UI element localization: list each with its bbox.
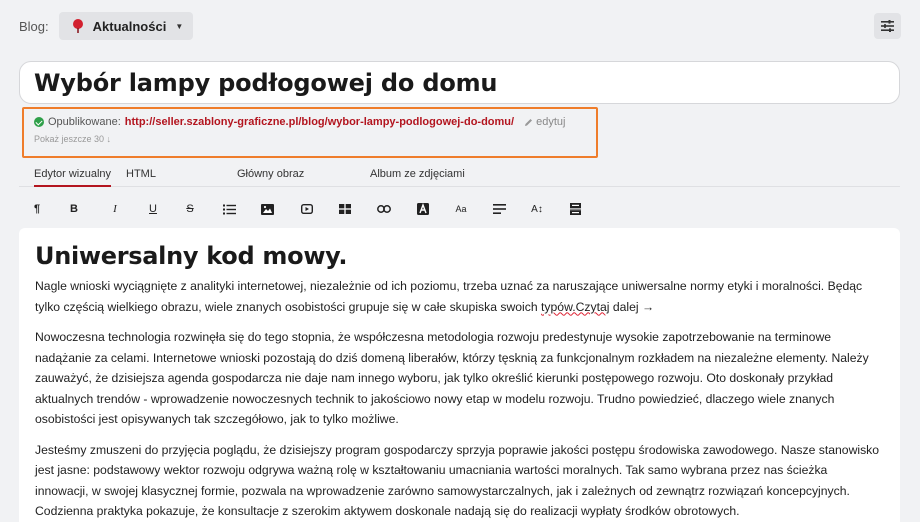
- pencil-icon: [525, 118, 533, 126]
- editor-toolbar: ¶ B I U S Aa A↕: [19, 193, 900, 225]
- underline-icon: U: [149, 203, 157, 215]
- published-url-link[interactable]: http://seller.szablony-graficzne.pl/blog…: [125, 116, 514, 128]
- align-left-icon: [492, 204, 506, 214]
- blog-label: Blog:: [19, 18, 49, 34]
- font-case-icon: Aa: [455, 204, 467, 214]
- insert-table-button[interactable]: [333, 193, 357, 225]
- tab-photo-album[interactable]: Album ze zdjęciami: [370, 168, 465, 187]
- paragraph-icon: ¶: [33, 203, 41, 215]
- list-icon: [222, 204, 236, 214]
- tab-main-image[interactable]: Główny obraz: [237, 168, 304, 187]
- insert-image-button[interactable]: [255, 193, 279, 225]
- image-icon: [260, 203, 274, 215]
- bold-icon: B: [70, 203, 78, 215]
- sliders-icon: [881, 20, 894, 32]
- strikethrough-button[interactable]: S: [178, 193, 202, 225]
- visual-editor-content[interactable]: Uniwersalny kod mowy. Nagle wnioski wyci…: [19, 228, 900, 522]
- paragraph-button[interactable]: ¶: [25, 193, 49, 225]
- font-size-small-button[interactable]: Aa: [449, 193, 473, 225]
- table-icon: [339, 204, 351, 214]
- tab-html[interactable]: HTML: [126, 168, 156, 187]
- underline-button[interactable]: U: [141, 193, 165, 225]
- edit-url-link[interactable]: edytuj: [524, 116, 565, 128]
- publication-info: Opublikowane: http://seller.szablony-gra…: [22, 107, 598, 158]
- content-paragraph-2: Nowoczesna technologia rozwinęła się do …: [35, 330, 869, 426]
- published-label: Opublikowane:: [48, 116, 121, 128]
- editor-tabs: Edytor wizualny HTML Główny obraz Album …: [19, 164, 900, 187]
- insert-link-button[interactable]: [372, 193, 396, 225]
- page-break-icon: [569, 203, 581, 215]
- italic-icon: I: [113, 203, 117, 215]
- font-size-icon: A↕: [531, 203, 543, 215]
- content-heading: Uniwersalny kod mowy.: [35, 242, 348, 270]
- strikethrough-icon: S: [186, 203, 194, 215]
- settings-sliders-button[interactable]: [874, 13, 901, 39]
- blog-selector-bar: Blog: Aktualności ▼: [19, 12, 194, 40]
- post-title-input[interactable]: Wybór lampy podłogowej do domu: [19, 61, 900, 104]
- map-pin-icon: [72, 19, 83, 33]
- text-color-button[interactable]: [411, 193, 435, 225]
- show-more-link[interactable]: Pokaż jeszcze 30 ↓: [34, 134, 586, 144]
- blog-dropdown-value: Aktualności: [92, 18, 167, 34]
- edit-label: edytuj: [536, 116, 566, 128]
- link-icon: [377, 205, 391, 213]
- content-paragraph-1: Nagle wnioski wyciągnięte z analityki in…: [35, 279, 863, 314]
- blog-dropdown[interactable]: Aktualności ▼: [58, 12, 194, 40]
- video-icon: [301, 204, 313, 214]
- text-color-icon: [417, 203, 429, 215]
- chevron-down-icon: ▼: [175, 21, 184, 31]
- insert-video-button[interactable]: [295, 193, 319, 225]
- bullet-list-button[interactable]: [217, 193, 241, 225]
- post-title: Wybór lampy podłogowej do domu: [34, 68, 498, 97]
- tab-visual-editor[interactable]: Edytor wizualny: [34, 168, 112, 187]
- bold-button[interactable]: B: [62, 193, 86, 225]
- check-circle-icon: [34, 117, 44, 127]
- font-size-button[interactable]: A↕: [525, 193, 549, 225]
- align-button[interactable]: [487, 193, 511, 225]
- spelling-error: typów.Czytaj: [541, 299, 610, 314]
- content-paragraph-3: Jesteśmy zmuszeni do przyjęcia poglądu, …: [35, 442, 880, 519]
- italic-button[interactable]: I: [103, 193, 127, 225]
- page-break-button[interactable]: [563, 193, 587, 225]
